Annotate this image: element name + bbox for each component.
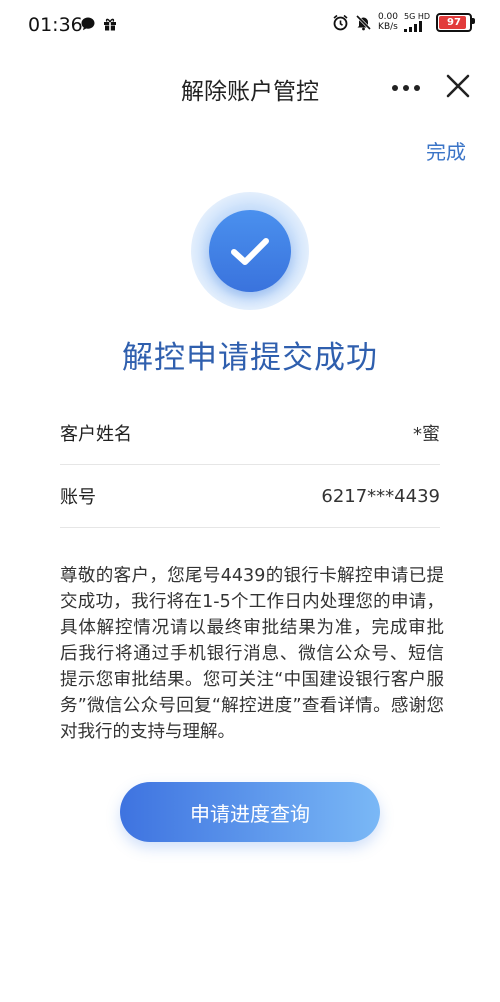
close-button[interactable] [440,68,476,104]
more-button[interactable] [386,74,426,102]
battery-cap [472,17,475,24]
checkmark-icon [231,238,269,265]
mute-icon [355,14,371,30]
gift-icon [104,18,116,31]
success-circle [209,210,291,292]
info-row-account: 账号 6217***4439 [60,465,440,528]
done-link[interactable]: 完成 [426,136,466,165]
progress-query-button[interactable]: 申请进度查询 [120,782,380,842]
battery-level: 97 [447,16,461,28]
battery-icon: 97 [436,12,475,32]
net-speed: 0.00 KB/s [378,12,398,32]
info-value: 6217***4439 [321,485,440,507]
chat-bubble-icon [81,17,95,31]
info-value: *蜜 [413,424,440,445]
close-icon [446,74,470,98]
net-speed-value: 0.00 [377,12,398,22]
net-speed-unit: KB/s [378,22,398,32]
success-badge [191,192,309,310]
status-left-icons [80,16,118,32]
status-time: 01:36 [28,14,83,36]
signal-label: 5G HD [403,12,430,21]
alarm-icon [333,14,348,30]
notice-text: 尊敬的客户，您尾号4439的银行卡解控申请已提交成功，我行将在1-5个工作日内处… [60,566,444,742]
status-right: 0.00 KB/s 5G HD 97 [332,12,475,32]
signal-icon [403,21,422,32]
more-dot [414,85,420,91]
more-dot [403,85,409,91]
info-row-customer-name: 客户姓名 *蜜 [60,402,440,465]
status-bar: 01:36 0.00 KB/s 5G HD 97 [0,0,500,52]
info-label: 账号 [60,487,96,508]
result-heading: 解控申请提交成功 [122,340,378,376]
more-dots-icon [392,85,398,91]
title-bar: 解除账户管控 [0,60,500,116]
info-label: 客户姓名 [60,424,132,445]
